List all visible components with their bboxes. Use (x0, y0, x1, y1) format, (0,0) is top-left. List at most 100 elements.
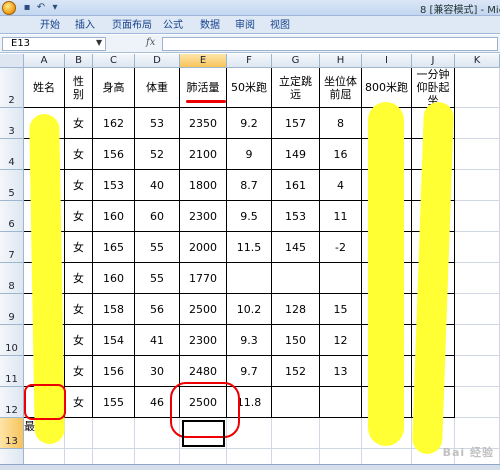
cell-g8[interactable] (272, 263, 320, 294)
cell-e5[interactable]: 1800 (180, 170, 227, 201)
cell-k10[interactable] (455, 325, 500, 356)
cell-g7[interactable]: 145 (272, 232, 320, 263)
cell-b8[interactable]: 女 (65, 263, 93, 294)
chevron-down-icon[interactable]: ▼ (96, 38, 102, 47)
tab-view[interactable]: 视图 (270, 18, 290, 33)
header-cell-f[interactable]: 50米跑 (227, 68, 272, 108)
column-header-c[interactable]: C (93, 54, 135, 68)
cell-b10[interactable]: 女 (65, 325, 93, 356)
row-header-10[interactable]: 10 (0, 325, 24, 356)
cell-k12[interactable] (455, 387, 500, 418)
row-header-2[interactable]: 2 (0, 68, 24, 108)
cell-c6[interactable]: 160 (93, 201, 135, 232)
cell-c11[interactable]: 156 (93, 356, 135, 387)
cell-h3[interactable]: 8 (320, 108, 362, 139)
cell-h12[interactable] (320, 387, 362, 418)
header-cell-a[interactable]: 姓名 (24, 68, 65, 108)
cell-b5[interactable]: 女 (65, 170, 93, 201)
tab-page-layout[interactable]: 页面布局 (112, 18, 152, 33)
cell-h11[interactable]: 13 (320, 356, 362, 387)
column-header-a[interactable]: A (24, 54, 65, 68)
row-header-6[interactable]: 6 (0, 201, 24, 232)
tab-home[interactable]: 开始 (40, 18, 60, 33)
column-header-k[interactable]: K (455, 54, 500, 68)
header-cell-d[interactable]: 体重 (135, 68, 180, 108)
cell-k4[interactable] (455, 139, 500, 170)
cell-g12[interactable] (272, 387, 320, 418)
cell-c3[interactable]: 162 (93, 108, 135, 139)
row-header-8[interactable]: 8 (0, 263, 24, 294)
quick-access-dropdown-icon[interactable]: ▾ (48, 1, 62, 14)
cell-k6[interactable] (455, 201, 500, 232)
formula-input[interactable] (162, 37, 498, 51)
row-header-13[interactable]: 13 (0, 418, 24, 449)
cell-b7[interactable]: 女 (65, 232, 93, 263)
cell-g9[interactable]: 128 (272, 294, 320, 325)
cell-h13[interactable] (320, 418, 362, 449)
cell-e10[interactable]: 2300 (180, 325, 227, 356)
cell-d3[interactable]: 53 (135, 108, 180, 139)
cell-f11[interactable]: 9.7 (227, 356, 272, 387)
cell-e9[interactable]: 2500 (180, 294, 227, 325)
name-box[interactable]: E13 (2, 37, 106, 51)
cell-h5[interactable]: 4 (320, 170, 362, 201)
column-header-g[interactable]: G (272, 54, 320, 68)
cell-c12[interactable]: 155 (93, 387, 135, 418)
column-header-b[interactable]: B (65, 54, 93, 68)
cell-e7[interactable]: 2000 (180, 232, 227, 263)
cell-h9[interactable]: 15 (320, 294, 362, 325)
row-header-7[interactable]: 7 (0, 232, 24, 263)
tab-insert[interactable]: 插入 (75, 18, 95, 33)
cell-g6[interactable]: 153 (272, 201, 320, 232)
row-header-12[interactable]: 12 (0, 387, 24, 418)
fx-icon[interactable]: fx (146, 37, 155, 48)
cell-f7[interactable]: 11.5 (227, 232, 272, 263)
cell-f6[interactable]: 9.5 (227, 201, 272, 232)
cell-d7[interactable]: 55 (135, 232, 180, 263)
sheet-tabs-bar[interactable] (0, 464, 500, 470)
cell-b6[interactable]: 女 (65, 201, 93, 232)
cell-g10[interactable]: 150 (272, 325, 320, 356)
tab-review[interactable]: 审阅 (235, 18, 255, 33)
cell-h10[interactable]: 12 (320, 325, 362, 356)
column-header-e[interactable]: E (180, 54, 227, 68)
header-cell-h[interactable]: 坐位体 前屈 (320, 68, 362, 108)
header-cell-g[interactable]: 立定跳 远 (272, 68, 320, 108)
office-button[interactable] (2, 1, 16, 15)
undo-icon[interactable]: ↶ (34, 1, 48, 14)
cell-c7[interactable]: 165 (93, 232, 135, 263)
cell-f8[interactable] (227, 263, 272, 294)
row-header-5[interactable]: 5 (0, 170, 24, 201)
select-all-corner[interactable] (0, 54, 24, 68)
cell-k5[interactable] (455, 170, 500, 201)
cell-c4[interactable]: 156 (93, 139, 135, 170)
cell-e3[interactable]: 2350 (180, 108, 227, 139)
cell-d5[interactable]: 40 (135, 170, 180, 201)
cell-c5[interactable]: 153 (93, 170, 135, 201)
cell-h8[interactable] (320, 263, 362, 294)
cell-b3[interactable]: 女 (65, 108, 93, 139)
column-header-d[interactable]: D (135, 54, 180, 68)
cell-c9[interactable]: 158 (93, 294, 135, 325)
cell-g11[interactable]: 152 (272, 356, 320, 387)
cell-e6[interactable]: 2300 (180, 201, 227, 232)
row-header-11[interactable]: 11 (0, 356, 24, 387)
cell-e8[interactable]: 1770 (180, 263, 227, 294)
cell-k9[interactable] (455, 294, 500, 325)
header-cell-b[interactable]: 性 别 (65, 68, 93, 108)
cell-c13[interactable] (93, 418, 135, 449)
cell-k8[interactable] (455, 263, 500, 294)
tab-formulas[interactable]: 公式 (163, 18, 183, 33)
column-header-j[interactable]: J (412, 54, 455, 68)
cell-h7[interactable]: -2 (320, 232, 362, 263)
cell-k11[interactable] (455, 356, 500, 387)
cell-f5[interactable]: 8.7 (227, 170, 272, 201)
column-header-f[interactable]: F (227, 54, 272, 68)
cell-f10[interactable]: 9.3 (227, 325, 272, 356)
cell-k7[interactable] (455, 232, 500, 263)
cell-d9[interactable]: 56 (135, 294, 180, 325)
header-cell-k[interactable] (455, 68, 500, 108)
cell-d8[interactable]: 55 (135, 263, 180, 294)
cell-f3[interactable]: 9.2 (227, 108, 272, 139)
cell-g3[interactable]: 157 (272, 108, 320, 139)
